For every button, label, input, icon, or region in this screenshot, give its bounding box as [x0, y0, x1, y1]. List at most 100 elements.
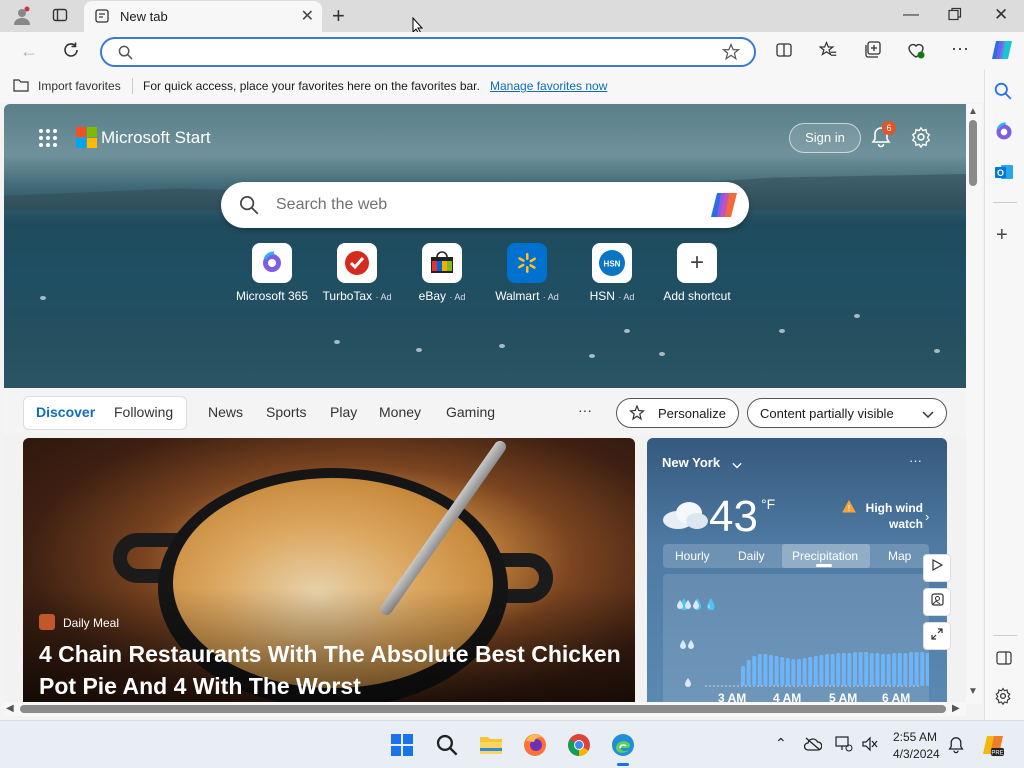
quick-link-turbotax[interactable]: TurboTax · Ad — [317, 243, 397, 303]
scroll-right-icon[interactable]: ▶ — [952, 703, 960, 714]
clock-date[interactable]: 4/3/2024 — [893, 747, 940, 761]
horizontal-scrollbar[interactable]: ◀ ▶ — [4, 702, 966, 716]
quick-link-hsn[interactable]: HSN HSN · Ad — [572, 243, 652, 303]
close-window-icon[interactable]: ✕ — [994, 5, 1008, 25]
nav-news[interactable]: News — [208, 404, 243, 420]
article-card[interactable]: Daily Meal 4 Chain Restaurants With The … — [23, 438, 635, 704]
notification-bell-icon[interactable] — [948, 736, 964, 759]
content-visibility-label: Content partially visible — [760, 406, 894, 421]
weather-tab-hourly[interactable]: Hourly — [675, 549, 710, 563]
outlook-icon[interactable]: O — [994, 162, 1014, 187]
sign-in-button[interactable]: Sign in — [789, 123, 861, 153]
chrome-icon[interactable] — [567, 733, 591, 762]
tab-following[interactable]: Following — [114, 404, 173, 420]
quick-link-label: TurboTax — [322, 289, 373, 303]
image-icon — [930, 593, 944, 606]
scroll-down-icon[interactable]: ▼ — [968, 686, 978, 697]
vertical-scrollbar[interactable]: ▲ ▼ — [966, 104, 982, 704]
precipitation-bar — [869, 653, 874, 686]
svg-text:!: ! — [848, 504, 850, 513]
notifications-bell-icon[interactable]: 6 — [871, 121, 896, 153]
address-input[interactable] — [146, 44, 706, 60]
file-explorer-icon[interactable] — [479, 734, 503, 761]
article-source[interactable]: Daily Meal — [63, 616, 119, 630]
manage-favorites-link[interactable]: Manage favorites now — [490, 79, 607, 93]
web-search-box[interactable]: Search the web — [221, 182, 749, 228]
show-hidden-icons-chevron[interactable]: ⌃ — [775, 735, 787, 752]
tab-discover[interactable]: Discover — [36, 404, 95, 420]
personalize-label: Personalize — [658, 406, 726, 421]
scroll-left-icon[interactable]: ◀ — [6, 703, 14, 714]
play-button[interactable] — [923, 554, 951, 582]
precipitation-bar — [875, 653, 880, 686]
weather-location[interactable]: New York — [662, 455, 720, 470]
quick-link-microsoft-365[interactable]: Microsoft 365 — [232, 243, 312, 303]
nav-gaming[interactable]: Gaming — [446, 404, 495, 420]
copilot-icon[interactable] — [709, 191, 739, 224]
microsoft-365-icon[interactable] — [994, 122, 1014, 147]
address-bar[interactable] — [100, 37, 756, 67]
tab-actions-icon[interactable] — [52, 7, 68, 28]
new-tab-button[interactable]: + — [332, 3, 345, 29]
weather-alert[interactable]: High wind watch — [855, 500, 923, 532]
temperature-unit[interactable]: °F — [761, 496, 775, 512]
scroll-up-icon[interactable]: ▲ — [968, 106, 978, 117]
hide-sidebar-icon[interactable] — [996, 651, 1012, 670]
restore-icon[interactable] — [948, 7, 962, 26]
add-sidebar-app-icon[interactable]: + — [996, 224, 1008, 247]
profile-icon[interactable] — [12, 6, 32, 31]
weather-tab-daily[interactable]: Daily — [738, 549, 765, 563]
clock-time[interactable]: 2:55 AM — [893, 730, 937, 744]
search-icon[interactable] — [994, 82, 1012, 105]
collections-icon[interactable] — [863, 41, 881, 64]
back-icon[interactable]: ← — [20, 41, 38, 62]
firefox-icon[interactable] — [523, 733, 547, 762]
taskbar-search-icon[interactable] — [436, 734, 458, 761]
import-favorites-icon[interactable] — [13, 78, 29, 95]
expand-button[interactable] — [923, 622, 951, 650]
warning-icon: ! — [842, 499, 856, 518]
close-tab-icon[interactable]: ✕ — [301, 6, 314, 26]
windows-start-icon[interactable] — [391, 734, 413, 761]
more-options-icon[interactable]: ··· — [951, 38, 969, 59]
active-app-indicator — [617, 763, 629, 766]
browser-essentials-icon[interactable] — [907, 41, 925, 64]
weather-tab-precipitation: Precipitation — [792, 549, 859, 563]
add-shortcut-button[interactable]: + Add shortcut — [657, 243, 737, 303]
content-visibility-dropdown[interactable]: Content partially visible — [747, 398, 947, 428]
app-launcher-icon[interactable] — [38, 128, 58, 153]
quick-link-walmart[interactable]: Walmart · Ad — [487, 243, 567, 303]
favorites-icon[interactable] — [818, 40, 837, 64]
import-favorites-link[interactable]: Import favorites — [38, 79, 121, 93]
nav-money[interactable]: Money — [379, 404, 421, 420]
more-nav-button[interactable]: ··· — [578, 402, 592, 418]
refresh-icon[interactable] — [62, 41, 80, 64]
weather-tab-precipitation-active[interactable]: Precipitation — [782, 544, 870, 568]
sidebar-settings-icon[interactable] — [994, 687, 1012, 710]
quick-link-ebay[interactable]: eBay · Ad — [402, 243, 482, 303]
split-screen-icon[interactable] — [776, 42, 792, 63]
weather-more-button[interactable]: ··· — [909, 453, 922, 468]
add-favorite-star-icon[interactable] — [721, 42, 741, 66]
copilot-icon[interactable] — [990, 38, 1014, 67]
brand-title[interactable]: Microsoft Start — [101, 128, 211, 148]
walmart-icon — [507, 243, 547, 283]
scroll-thumb[interactable] — [20, 705, 946, 713]
edge-icon[interactable] — [611, 733, 635, 766]
settings-gear-icon[interactable] — [910, 126, 932, 153]
weather-tab-map[interactable]: Map — [888, 549, 911, 563]
scroll-thumb[interactable] — [969, 120, 977, 186]
copilot-preview-icon[interactable]: PRE — [981, 733, 1005, 762]
cloud-sync-icon[interactable] — [803, 737, 823, 756]
display-icon[interactable] — [835, 736, 853, 757]
image-button[interactable] — [923, 588, 951, 616]
tab-new-tab[interactable]: New tab ✕ — [84, 1, 322, 32]
personalize-button[interactable]: Personalize — [616, 398, 739, 428]
chevron-down-icon[interactable] — [732, 457, 742, 475]
chevron-right-icon[interactable]: › — [925, 509, 929, 524]
article-headline[interactable]: 4 Chain Restaurants With The Absolute Be… — [39, 638, 629, 702]
nav-sports[interactable]: Sports — [266, 404, 306, 420]
volume-muted-icon[interactable] — [862, 736, 878, 757]
minimize-icon[interactable]: — — [903, 6, 919, 24]
nav-play[interactable]: Play — [330, 404, 357, 420]
